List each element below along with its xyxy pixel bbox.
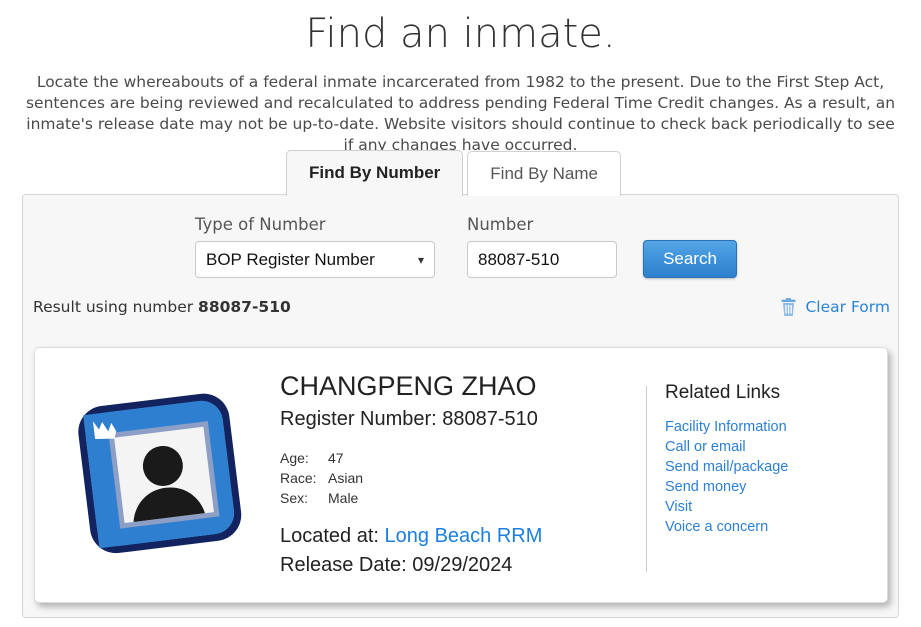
result-using-text: Result using number 88087-510	[33, 298, 291, 316]
related-link-voice-a-concern[interactable]: Voice a concern	[665, 517, 887, 537]
page-title: Find an inmate.	[305, 11, 616, 57]
chevron-down-icon: ▾	[417, 252, 424, 267]
clear-form-label: Clear Form	[805, 298, 890, 316]
table-row: Race: Asian	[280, 468, 363, 488]
attr-key-sex: Sex:	[280, 490, 309, 506]
clear-form-button[interactable]: Clear Form	[781, 298, 890, 316]
related-links-title: Related Links	[665, 382, 781, 403]
related-link-send-mail-package[interactable]: Send mail/package	[665, 457, 887, 477]
avatar	[35, 348, 280, 602]
tab-find-by-name[interactable]: Find By Name	[467, 151, 621, 196]
attr-key-race: Race:	[280, 470, 317, 486]
number-type-select-value: BOP Register Number	[206, 249, 375, 269]
result-meta-row: Result using number 88087-510 Clear Form	[33, 298, 890, 316]
table-row: Age: 47	[280, 448, 363, 468]
table-row: Sex: Male	[280, 488, 363, 508]
trash-icon	[781, 298, 796, 316]
inmate-result-card: CHANGPENG ZHAO Register Number: 88087-51…	[34, 347, 888, 603]
result-using-number: 88087-510	[198, 298, 291, 316]
release-date: Release Date: 09/29/2024	[280, 554, 513, 576]
attr-key-age: Age:	[280, 450, 309, 466]
result-using-prefix: Result using number	[33, 298, 194, 316]
search-panel: Type of Number BOP Register Number ▾ Num…	[22, 194, 899, 618]
located-at-label: Located at:	[280, 525, 379, 547]
number-input[interactable]	[467, 241, 617, 278]
related-link-send-money[interactable]: Send money	[665, 477, 887, 497]
located-at-row: Located at: Long Beach RRM	[280, 522, 646, 551]
related-links-panel: Related Links Facility Information Call …	[647, 348, 887, 602]
type-of-number-label: Type of Number	[195, 215, 326, 234]
type-of-number-group: Type of Number BOP Register Number ▾	[195, 215, 435, 278]
related-link-call-or-email[interactable]: Call or email	[665, 437, 887, 457]
related-links-list: Facility Information Call or email Send …	[665, 417, 887, 537]
number-type-select[interactable]: BOP Register Number ▾	[195, 241, 435, 278]
attr-value-age: 47	[328, 450, 344, 466]
inmate-details: CHANGPENG ZHAO Register Number: 88087-51…	[280, 348, 646, 602]
inmate-name: CHANGPENG ZHAO	[280, 371, 537, 401]
attr-value-sex: Male	[328, 490, 359, 506]
number-group: Number	[467, 215, 617, 278]
search-form: Type of Number BOP Register Number ▾ Num…	[195, 215, 737, 278]
related-link-facility-information[interactable]: Facility Information	[665, 417, 887, 437]
related-link-visit[interactable]: Visit	[665, 497, 887, 517]
tab-find-by-number-label: Find By Number	[309, 163, 441, 182]
inmate-register-number: Register Number: 88087-510	[280, 408, 538, 430]
page-intro-text: Locate the whereabouts of a federal inma…	[25, 73, 896, 154]
facility-link[interactable]: Long Beach RRM	[385, 525, 543, 547]
inmate-attributes: Age: 47 Race: Asian Sex: Male	[280, 448, 363, 508]
search-button[interactable]: Search	[643, 240, 737, 278]
number-label: Number	[467, 215, 534, 234]
tab-bar: Find By Number Find By Name	[286, 150, 621, 196]
tab-find-by-name-label: Find By Name	[490, 164, 598, 183]
photo-placeholder-icon	[77, 393, 241, 554]
tab-find-by-number[interactable]: Find By Number	[286, 150, 464, 196]
attr-value-race: Asian	[328, 470, 364, 486]
